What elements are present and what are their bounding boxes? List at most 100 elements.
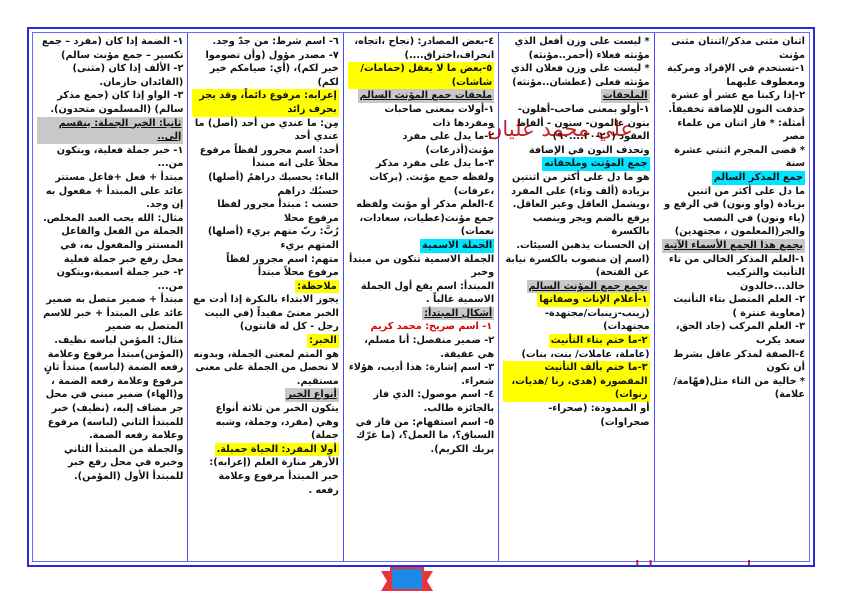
paragraph-text: (المؤمن)مبتدأ مرفوع وعلامة رفعه الضمة (ل… — [43, 348, 184, 387]
paragraph: ٢-ما يدل على مفرد مؤنث(أذرعات) — [348, 130, 495, 157]
paragraph: ١-أولو بمعنى صاحب-أهلون- بنون عالمون- سن… — [503, 103, 650, 144]
paragraph: أحد: اسم مجرور لفظاً مرفوع محلاً على انه… — [192, 144, 339, 171]
paragraph-text: ٣-ما يدل على مفرد مذكر ولفظه جمع مؤنث. (… — [369, 158, 495, 197]
paragraph-text: مبتدأ + ضمير متصل به ضمير عائد على المبت… — [43, 294, 184, 333]
paragraph: مثال: المؤمن لباسه نظيف. — [37, 334, 183, 348]
paragraph: * قضى المجرم اثنتي عشرة سنة — [659, 144, 805, 171]
paragraph: الجملة الاسمية — [348, 238, 495, 253]
paragraph-text: وتحذف النون في الإضافة — [528, 144, 650, 156]
text-column-5: ١- الضمة إذا كان (مفرد – جمع تكسير – جمع… — [33, 33, 187, 561]
paragraph: ٥-بعض ما لا يعقل (حمامات/شاشات) — [347, 62, 495, 90]
paragraph-text: أو الممدودة: (صحراء-صحراوات) — [548, 403, 650, 428]
paragraph-text: أحد: اسم مجرور لفظاً مرفوع محلاً على انه… — [199, 144, 339, 170]
paragraph: الباء: بحسبك دراهمٌ (أصلها) حسبُك دراهم — [192, 171, 339, 198]
columns-container: اثنان مثنى مذكر/اثنتان مثنى مؤنث ١-تستخدم… — [33, 33, 809, 561]
paragraph-text: الجملة الاسمية تتكون من مبتدأ وخبر — [348, 253, 495, 279]
paragraph: الأزهر منارة العلم (إعرابه): خبر المبتدأ… — [192, 456, 338, 497]
paragraph: إعرابه: مرفوع دائماً، وقد يجر بحرف زائد — [192, 89, 339, 117]
paragraph: (عاملة، عاملات/ بنت، بنات) — [503, 348, 649, 362]
paragraph: ٤-الصفة لمذكر عاقل بشرط أن تكون — [659, 348, 805, 375]
paragraph: ٤- اسم موصول: الذي فاز بالجائزة طالب. — [348, 388, 495, 415]
paragraph-text: ٧- مصدر مؤول (وأن تصوموا خير لكم)، (أي: … — [205, 49, 339, 88]
paragraph-text: ١-أولو بمعنى صاحب-أهلون- بنون عالمون- سن… — [515, 103, 650, 143]
section-heading: يجمع هذا الجمع الأسماء الآتية — [661, 238, 805, 253]
paragraph-text: ١- خبر جملة فعلية، ويتكون من... — [56, 144, 184, 170]
paragraph: ملحقات جمع المؤنث السالم — [348, 89, 495, 103]
paragraph-text: * خالية من التاء مثل(فهّامة/علامة) — [673, 375, 805, 401]
paragraph: يجمع هذا الجمع الأسماء الآتية — [659, 238, 805, 253]
paragraph: يجوز الابتداء بالنكرة إذا أدت مع الخبر م… — [192, 293, 339, 334]
paragraph-text: هو ما دل على أكثر من اثنتين بزيادة (ألف … — [511, 171, 650, 238]
section-heading: يجمع جمع المؤنث السالم — [526, 279, 650, 294]
paragraph-text: * ليست على وزن فعلان الذي مؤنثه فعلى (عط… — [510, 63, 650, 88]
paragraph-text: ٥- اسم استفهام: من فاز في السباق؟، ما ال… — [355, 416, 495, 455]
paragraph: يجمع جمع المؤنث السالم — [503, 279, 650, 294]
text-column-1: اثنان مثنى مذكر/اثنتان مثنى مؤنث ١-تستخدم… — [653, 33, 809, 561]
paragraph: ١- الضمة إذا كان (مفرد – جمع تكسير – جمع… — [37, 35, 184, 62]
paragraph-text: ٢-إذا ركبتا مع عشر أو عشرة حذفت النون لل… — [668, 90, 805, 115]
paragraph-text: الأزهر منارة العلم (إعرابه): خبر المبتدأ… — [209, 457, 339, 496]
section-heading: ثانيا: الخبر الجملة: ينقسم إلى.. — [36, 116, 184, 144]
paragraph-text: الباء: بحسبك دراهمٌ (أصلها) حسبُك دراهم — [208, 171, 339, 197]
paragraph: * ليست على وزن فعلان الذي مؤنثه فعلى (عط… — [503, 62, 650, 89]
section-heading: جمع المذكر السالم — [711, 170, 805, 185]
paragraph-text: ما دل على أكثر من اثنين بزيادة (واو ونون… — [664, 185, 805, 238]
paragraph: و(الهاء) ضمير مبني في محل جر مضاف إليه، … — [37, 388, 184, 442]
paragraph-text: ١- الضمة إذا كان (مفرد – جمع تكسير – جمع… — [41, 36, 184, 61]
paragraph: ٧- مصدر مؤول (وأن تصوموا خير لكم)، (أي: … — [192, 49, 338, 90]
section-heading: إعرابه: مرفوع دائماً، وقد يجر بحرف زائد — [192, 89, 339, 117]
section-heading: ٣-ما ختم بألف التأنيث المقصورة (هدى، رنا… — [503, 361, 650, 403]
paragraph: ملاحظة: — [192, 279, 339, 294]
paragraph: مبتدأ + ضمير متصل به ضمير عائد على المبت… — [37, 293, 183, 334]
paragraph: المبتدأ: اسم يقع أول الجملة الاسمية غالب… — [348, 280, 494, 307]
paragraph: ٣- العلم المركب (جاد الحق، سعد يكرب — [659, 320, 805, 347]
paragraph: ٦- اسم شرط: من جدّ وجد. — [192, 35, 338, 49]
inner-border: اثنان مثنى مذكر/اثنتان مثنى مؤنث ١-تستخدم… — [32, 32, 810, 562]
paragraph-text: مثال: الله يحب العبد المخلص. — [43, 212, 184, 224]
paragraph: وتحذف النون في الإضافة — [503, 144, 650, 158]
section-heading: ملحقات جمع المؤنث السالم — [357, 89, 495, 103]
paragraph: ٢- العلم المتصل بتاء التأنيث (معاوية عنت… — [659, 293, 805, 320]
paragraph: ٥- اسم استفهام: من فاز في السباق؟، ما ال… — [348, 416, 494, 457]
paragraph: ١-تستخدم في الإفراد ومركبة ومعطوف عليهما — [659, 62, 805, 89]
section-heading: ملاحظة: — [295, 279, 339, 294]
paragraph-text: ٢- ضمير منفصل: أنا مسلم، هي عفيفة. — [364, 335, 495, 360]
paragraph: إن الحسنات يذهبن السيئات. (اسم إن منصوب … — [503, 239, 649, 280]
paragraph: (المؤمن)مبتدأ مرفوع وعلامة رفعه الضمة (ل… — [37, 348, 183, 389]
paragraph-text: هو المتم لمعنى الجملة، وبدونه لا نحصل من… — [193, 348, 339, 387]
paragraph-text: ١-العلم المذكر الخالي من تاء التأنيث وال… — [668, 253, 805, 292]
paragraph: الملحقات — [503, 89, 650, 103]
paragraph-text: * قضى المجرم اثنتي عشرة سنة — [674, 144, 805, 170]
paragraph-text: ٣- العلم المركب (جاد الحق، سعد يكرب — [675, 321, 805, 347]
paragraph-text: اثنان مثنى مذكر/اثنتان مثنى مؤنث — [671, 36, 805, 61]
paragraph: جمع المؤنث وملحقاته — [503, 157, 650, 171]
paragraph-text: يجوز الابتداء بالنكرة إذا أدت مع الخبر م… — [193, 294, 339, 333]
paragraph: أنواع الخبر — [192, 388, 339, 403]
paragraph: حسب : مبتدأ مجرور لفظا مرفوع محلا — [192, 198, 339, 225]
section-heading: ٢-ما ختم بتاء التأنيث — [548, 334, 650, 348]
paragraph: الجملة من الفعل والفاعل المستتر والمفعول… — [37, 225, 183, 266]
paragraph-text: ٤-العلم مذكر أو مؤنث ولفظه جمع مؤنث(عطيا… — [356, 199, 495, 238]
paragraph-text: ٤- اسم موصول: الذي فاز بالجائزة طالب. — [373, 389, 495, 415]
section-heading: الجملة الاسمية — [420, 238, 495, 253]
paragraph: ١- خبر جملة فعلية، ويتكون من... — [37, 144, 184, 171]
paragraph: ٢-إذا ركبتا مع عشر أو عشرة حذفت النون لل… — [659, 89, 805, 116]
paragraph-text: ٣- اسم إشارة: هذا أديب، هؤلاء شعراء. — [348, 362, 495, 387]
paragraph-text: حسب : مبتدأ مجرور لفظا مرفوع محلا — [217, 199, 339, 224]
paragraph-text: مِن: ما عندي من أحد (أصل) ما عندي أحد — [194, 117, 339, 143]
paragraph-text: رُبَّ: ربّ متهم بريء (أصلها) المتهم بريء — [207, 226, 339, 251]
paragraph: مثال: الله يحب العبد المخلص. — [37, 212, 183, 226]
paragraph: أو الممدودة: (صحراء-صحراوات) — [503, 402, 649, 429]
paragraph-text: ٤-الصفة لمذكر عاقل بشرط أن تكون — [673, 348, 805, 374]
paragraph-text: و(الهاء) ضمير مبني في محل جر مضاف إليه، … — [45, 389, 184, 442]
paragraph-text: ٤-بعض المصادر: (نجاح ،اتجاه، انحراف،اختر… — [354, 36, 495, 61]
paragraph-text: ٢- العلم المتصل بتاء التأنيث (معاوية عنت… — [673, 294, 805, 319]
section-heading: أشكال المبتدأ: — [422, 306, 495, 321]
paragraph: مِن: ما عندي من أحد (أصل) ما عندي أحد — [192, 117, 339, 144]
section-heading: الملحقات — [600, 89, 650, 103]
section-heading: الخبر: — [306, 334, 339, 348]
paragraph-text: أمثلة: * فاز اثنان من علماء مصر — [677, 117, 805, 143]
section-heading: ١- اسم صريح: محمد كريم — [370, 321, 493, 333]
paragraph: * خالية من التاء مثل(فهّامة/علامة) — [659, 375, 805, 402]
worksheet-page: اثنان مثنى مذكر/اثنتان مثنى مؤنث ١-تستخدم… — [27, 27, 815, 567]
